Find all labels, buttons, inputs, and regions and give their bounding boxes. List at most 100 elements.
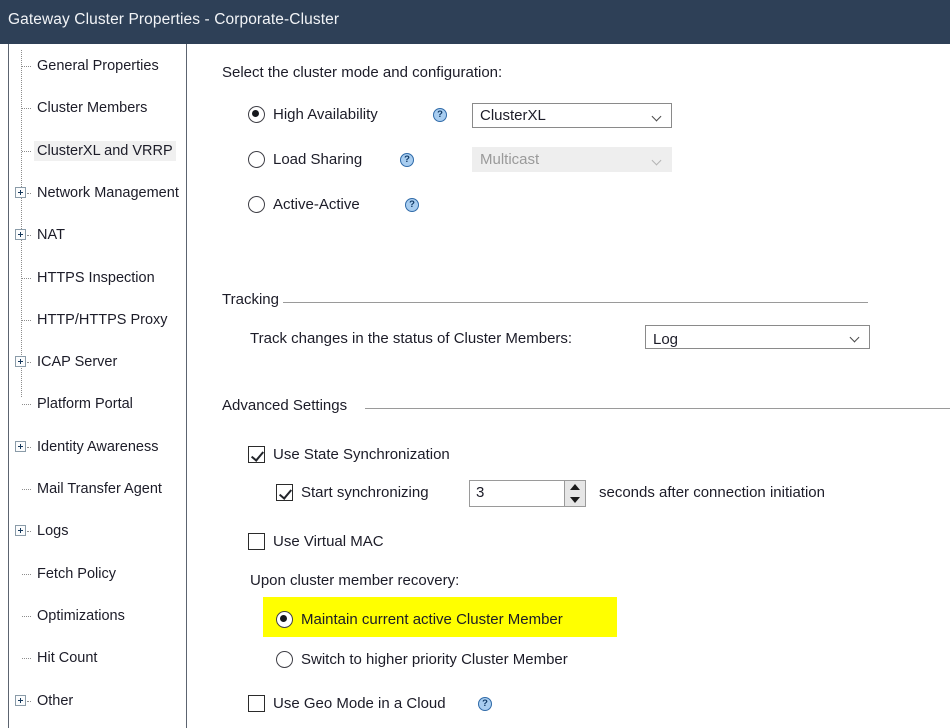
window-title: Gateway Cluster Properties - Corporate-C… (8, 11, 340, 28)
expand-plus-icon[interactable] (15, 229, 26, 241)
checkbox-indicator[interactable] (248, 446, 265, 463)
checkbox-label: Use Virtual MAC (273, 533, 384, 550)
expand-plus-icon[interactable] (15, 525, 26, 537)
advanced-settings-group-title: Advanced Settings (222, 397, 348, 414)
dropdown-value: ClusterXL (480, 107, 546, 124)
expand-plus-icon[interactable] (15, 440, 26, 452)
tree-connector-icon (27, 446, 31, 448)
radio-indicator[interactable] (248, 151, 265, 168)
sidebar-item-label: HTTP/HTTPS Proxy (37, 311, 168, 328)
sidebar-item-label: ClusterXL and VRRP (34, 140, 176, 161)
sidebar-item-mail-transfer-agent[interactable]: Mail Transfer Agent (9, 479, 186, 499)
tree-connector-icon (22, 489, 31, 490)
radio-indicator[interactable] (248, 196, 265, 213)
sync-seconds-value: 3 (476, 484, 485, 501)
stepper-decrement-button[interactable] (565, 494, 585, 506)
sidebar-item-http-https-proxy[interactable]: HTTP/HTTPS Proxy (9, 310, 186, 330)
radio-label: Maintain current active Cluster Member (301, 611, 563, 628)
sidebar-item-label: Mail Transfer Agent (37, 481, 162, 497)
stepper-increment-button[interactable] (565, 481, 585, 493)
advanced-settings-group-rule (365, 408, 950, 409)
track-changes-label: Track changes in the status of Cluster M… (250, 330, 573, 347)
chevron-down-icon (653, 157, 662, 162)
sidebar-item-hit-count[interactable]: Hit Count (9, 648, 186, 668)
help-icon[interactable]: ? (433, 108, 447, 122)
tree-connector-icon (22, 277, 31, 279)
sidebar-item-label: Identity Awareness (37, 438, 159, 455)
checkbox-indicator[interactable] (248, 533, 265, 550)
tracking-group-rule (283, 302, 868, 303)
help-icon[interactable]: ? (405, 198, 419, 212)
expand-plus-icon[interactable] (15, 186, 26, 198)
tree-connector-icon (27, 531, 31, 533)
upon-cluster-member-recovery-label: Upon cluster member recovery: (250, 572, 460, 589)
sidebar-item-cluster-members[interactable]: Cluster Members (9, 98, 186, 118)
stepper-buttons[interactable] (564, 481, 585, 506)
dialog-body: General Properties Cluster Members Clust… (0, 44, 950, 728)
sidebar-item-label: Network Management (37, 184, 179, 201)
sidebar-item-label: General Properties (37, 58, 159, 74)
radio-indicator[interactable] (276, 651, 293, 668)
sidebar-item-label: Optimizations (37, 607, 125, 624)
radio-indicator[interactable] (276, 611, 293, 628)
help-icon[interactable]: ? (478, 697, 492, 711)
tree-connector-icon (27, 192, 31, 194)
tree-connector-icon (22, 573, 31, 575)
sidebar-item-https-inspection[interactable]: HTTPS Inspection (9, 268, 186, 288)
sidebar-item-identity-awareness[interactable]: Identity Awareness (9, 437, 186, 457)
radio-label: Switch to higher priority Cluster Member (301, 651, 568, 668)
sidebar-item-label: Platform Portal (37, 396, 133, 413)
expand-plus-icon[interactable] (15, 356, 26, 368)
window-title-bar: Gateway Cluster Properties - Corporate-C… (0, 0, 950, 44)
navigation-sidebar: General Properties Cluster Members Clust… (8, 44, 187, 728)
high-availability-mode-dropdown[interactable]: ClusterXL (472, 103, 672, 128)
dropdown-value: Log (653, 331, 679, 348)
radio-label: High Availability (273, 106, 378, 123)
sidebar-item-label: Other (37, 692, 74, 709)
tree-connector-icon (22, 615, 31, 617)
help-icon[interactable]: ? (400, 153, 414, 167)
sidebar-item-nat[interactable]: NAT (9, 225, 186, 245)
radio-label: Active-Active (273, 196, 360, 213)
tree-connector-icon (22, 319, 31, 321)
sidebar-item-general-properties[interactable]: General Properties (9, 56, 186, 76)
sidebar-item-network-management[interactable]: Network Management (9, 183, 186, 203)
tree-connector-icon (22, 658, 31, 660)
sidebar-item-label: NAT (37, 227, 65, 244)
sidebar-item-optimizations[interactable]: Optimizations (9, 606, 186, 626)
load-sharing-mode-dropdown: Multicast (472, 147, 672, 172)
expand-plus-icon[interactable] (15, 694, 26, 706)
tracking-dropdown[interactable]: Log (645, 325, 870, 349)
tree-connector-icon (27, 700, 31, 702)
triangle-down-icon (570, 497, 580, 503)
sync-seconds-stepper[interactable]: 3 (469, 480, 586, 507)
sidebar-item-label: Fetch Policy (37, 565, 116, 582)
chevron-down-icon (851, 334, 860, 339)
sidebar-item-logs[interactable]: Logs (9, 521, 186, 541)
tracking-group-title: Tracking (222, 291, 279, 308)
sync-seconds-suffix-label: seconds after connection initiation (599, 484, 825, 501)
sidebar-item-label: Logs (37, 523, 69, 540)
settings-pane: Select the cluster mode and configuratio… (188, 44, 950, 728)
dropdown-value: Multicast (480, 151, 540, 168)
sidebar-item-fetch-policy[interactable]: Fetch Policy (9, 564, 186, 584)
chevron-down-icon (653, 113, 662, 118)
sidebar-item-other[interactable]: Other (9, 691, 186, 711)
checkbox-indicator[interactable] (248, 695, 265, 712)
sidebar-item-label: ICAP Server (37, 354, 118, 371)
sidebar-item-platform-portal[interactable]: Platform Portal (9, 394, 186, 414)
radio-label: Load Sharing (273, 151, 363, 168)
tree-connector-icon (27, 235, 31, 237)
tree-connector-icon (22, 108, 31, 110)
tree-connector-icon (22, 404, 31, 406)
sidebar-item-label: HTTPS Inspection (37, 269, 155, 286)
checkbox-indicator[interactable] (276, 484, 293, 501)
settings-tree: General Properties Cluster Members Clust… (9, 44, 186, 709)
cluster-mode-intro-label: Select the cluster mode and configuratio… (222, 64, 503, 81)
sidebar-item-label: Hit Count (37, 650, 98, 667)
sidebar-item-icap-server[interactable]: ICAP Server (9, 352, 186, 372)
checkbox-label: Use State Synchronization (273, 446, 450, 463)
sidebar-item-clusterxl-and-vrrp[interactable]: ClusterXL and VRRP (9, 140, 186, 161)
radio-indicator[interactable] (248, 106, 265, 123)
checkbox-label: Use Geo Mode in a Cloud (273, 695, 446, 712)
